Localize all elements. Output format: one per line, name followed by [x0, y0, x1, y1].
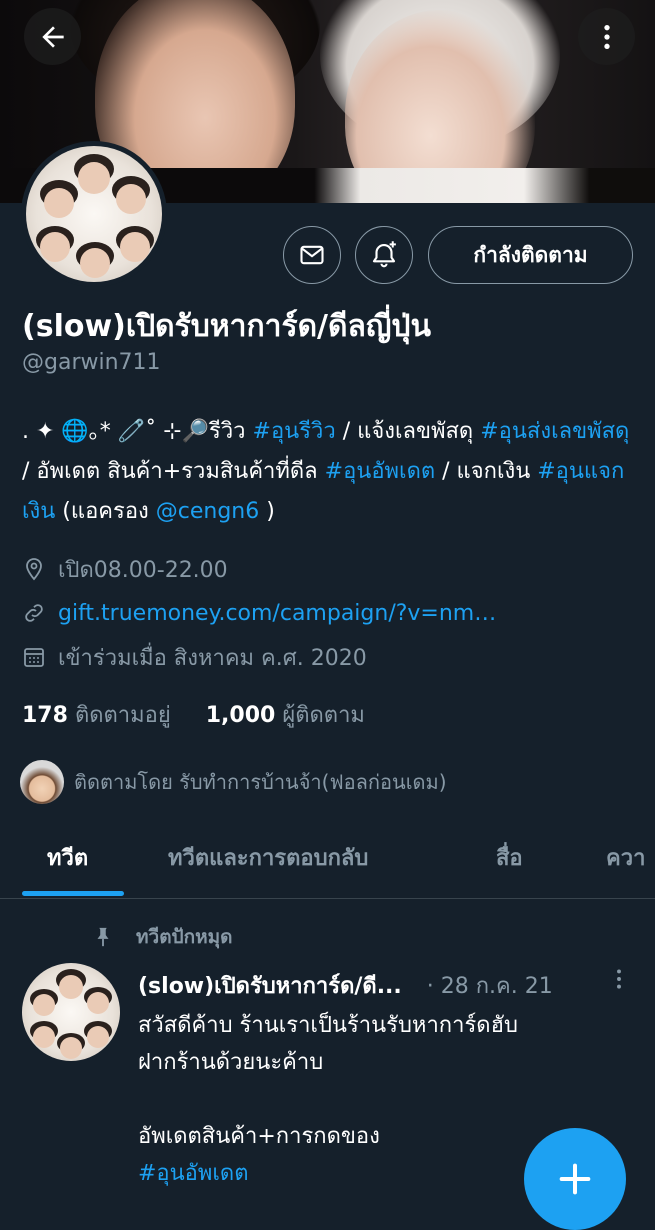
mention-link[interactable]: @cengn6 — [156, 499, 259, 524]
message-button[interactable] — [283, 226, 341, 284]
tab-tweets-and-replies[interactable]: ทวีตและการตอบกลับ — [168, 840, 368, 875]
more-options-button[interactable] — [578, 8, 635, 65]
arrow-left-icon — [41, 25, 64, 48]
tab-likes[interactable]: ควา — [606, 840, 645, 875]
tweet-header: (slow)เปิดรับหาการ์ด/ดี... · 28 ก.ค. 21 — [138, 968, 553, 1003]
tweet-avatar[interactable] — [22, 963, 120, 1061]
back-button[interactable] — [24, 8, 81, 65]
location-pin-icon — [26, 558, 42, 581]
following-button[interactable]: กำลังติดตาม — [428, 226, 633, 284]
active-tab-indicator — [22, 891, 124, 896]
hashtag-link[interactable]: #อุนอัพเดต — [325, 459, 436, 484]
location-text: เปิด08.00-22.00 — [58, 557, 228, 583]
profile-bio: . ✦ 🌐｡* 🧷˚ ⊹🔎รีวิว #อุนรีวิว / แจ้งเลขพั… — [22, 419, 630, 524]
website-row: gift.truemoney.com/campaign/?v=nm… — [22, 598, 496, 628]
display-name: (slow)เปิดรับหาการ์ด/ดีลญี่ปุ่น — [22, 309, 431, 344]
more-vertical-icon — [603, 24, 610, 49]
more-vertical-icon — [617, 969, 621, 989]
plus-icon — [559, 1163, 591, 1195]
followed-by-text: ติดตามโดย รับทำการบ้านจ้า(ฟอลก่อนเดม) — [74, 770, 447, 794]
follower-avatar — [20, 760, 64, 804]
tweet-author[interactable]: (slow)เปิดรับหาการ์ด/ดี... — [138, 974, 402, 999]
pin-icon — [97, 927, 109, 947]
tweet-more-button[interactable] — [606, 966, 632, 996]
calendar-icon — [24, 648, 44, 667]
hashtag-link[interactable]: #อุนส่งเลขพัสดุ — [480, 419, 629, 444]
location-row: เปิด08.00-22.00 — [22, 554, 228, 584]
profile-avatar[interactable] — [21, 141, 167, 287]
notifications-button[interactable] — [355, 226, 413, 284]
website-link[interactable]: gift.truemoney.com/campaign/?v=nm… — [58, 601, 496, 626]
followed-by[interactable]: ติดตามโดย รับทำการบ้านจ้า(ฟอลก่อนเดม) — [20, 760, 447, 804]
tab-tweets[interactable]: ทวีต — [47, 840, 88, 875]
tab-media[interactable]: สื่อ — [496, 840, 523, 875]
followers-link[interactable]: 1,000 ผู้ติดตาม — [206, 703, 365, 728]
follow-stats: 178 ติดตามอยู่ 1,000 ผู้ติดตาม — [22, 697, 365, 732]
link-icon — [25, 604, 43, 622]
joined-text: เข้าร่วมเมื่อ สิงหาคม ค.ศ. 2020 — [58, 645, 367, 671]
hashtag-link[interactable]: #อุนรีวิว — [253, 419, 336, 444]
mail-icon — [300, 245, 324, 265]
profile-tabs: ทวีต ทวีตและการตอบกลับ สื่อ ควา — [0, 820, 655, 899]
user-handle: @garwin711 — [22, 350, 161, 375]
tweet-date[interactable]: · 28 ก.ค. 21 — [427, 974, 553, 999]
bell-plus-icon — [372, 241, 396, 268]
compose-tweet-button[interactable] — [524, 1128, 626, 1230]
joined-row: เข้าร่วมเมื่อ สิงหาคม ค.ศ. 2020 — [22, 642, 367, 672]
pinned-label: ทวีตปักหมุด — [92, 922, 232, 952]
following-link[interactable]: 178 ติดตามอยู่ — [22, 703, 171, 728]
following-button-label: กำลังติดตาม — [473, 242, 588, 267]
